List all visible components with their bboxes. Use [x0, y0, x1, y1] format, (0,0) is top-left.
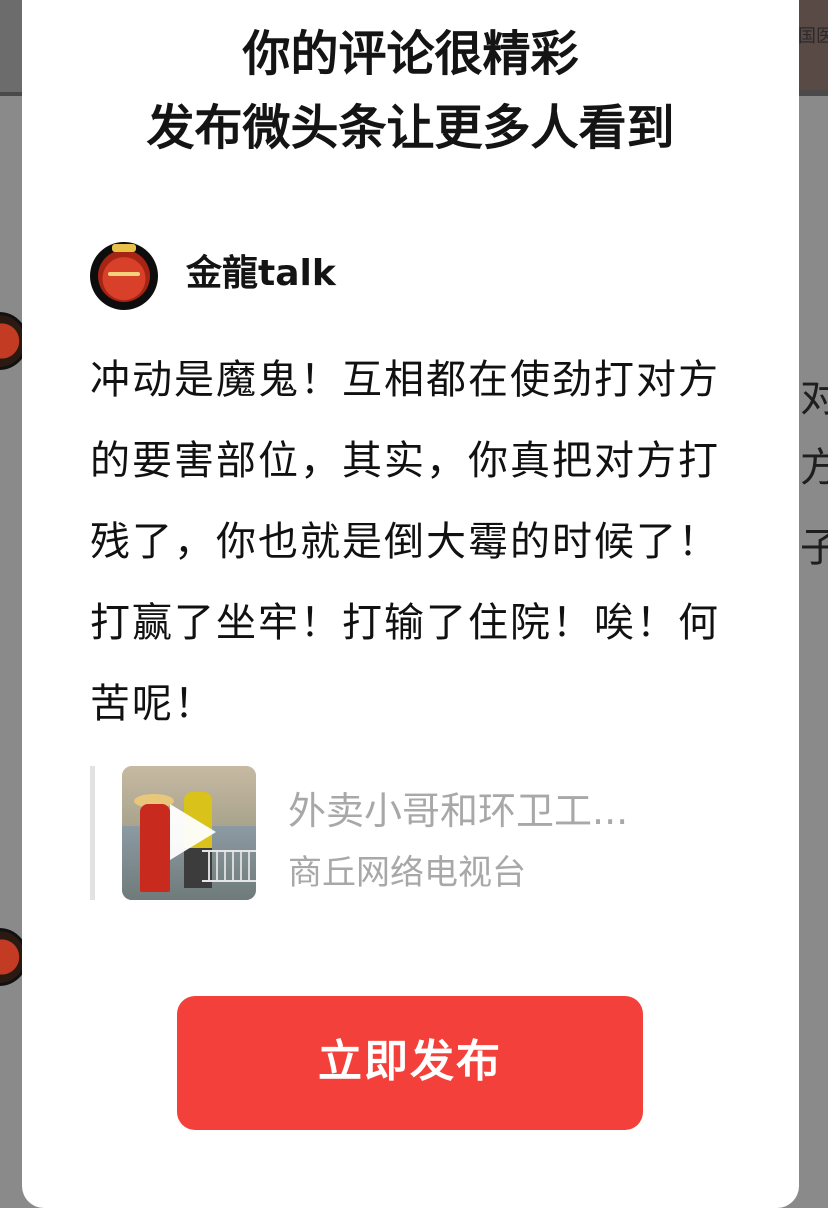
video-thumbnail[interactable] — [122, 766, 256, 900]
quote-divider — [90, 766, 95, 900]
background-text-fragment: 对 — [800, 375, 828, 421]
modal-title: 你的评论很精彩 — [242, 26, 579, 82]
background-text-fragment: 子 — [800, 525, 828, 571]
video-title[interactable]: 外卖小哥和环卫工... — [288, 792, 628, 830]
publish-now-button[interactable]: 立即发布 — [177, 996, 643, 1130]
video-source: 商丘网络电视台 — [288, 853, 526, 893]
author-avatar — [90, 242, 158, 310]
background-text-fragment: 方 — [800, 445, 828, 491]
background-thumbnail-text: 国医 — [798, 26, 828, 47]
play-icon — [170, 804, 216, 860]
background-thumbnail-left — [0, 0, 22, 92]
crown-icon — [112, 244, 136, 252]
modal-subtitle: 发布微头条让更多人看到 — [146, 100, 675, 156]
comment-text: 冲动是魔鬼！互相都在使劲打对方的要害部位，其实，你真把对方打残了，你也就是倒大霉… — [90, 357, 720, 727]
publish-prompt-modal: 你的评论很精彩 发布微头条让更多人看到 金龍talk 冲动是魔鬼！互相都在使劲打… — [22, 0, 799, 1208]
publish-now-label: 立即发布 — [318, 1036, 502, 1087]
background-thumbnail-right: 国医 — [798, 0, 828, 90]
author-name: 金龍talk — [186, 253, 336, 294]
